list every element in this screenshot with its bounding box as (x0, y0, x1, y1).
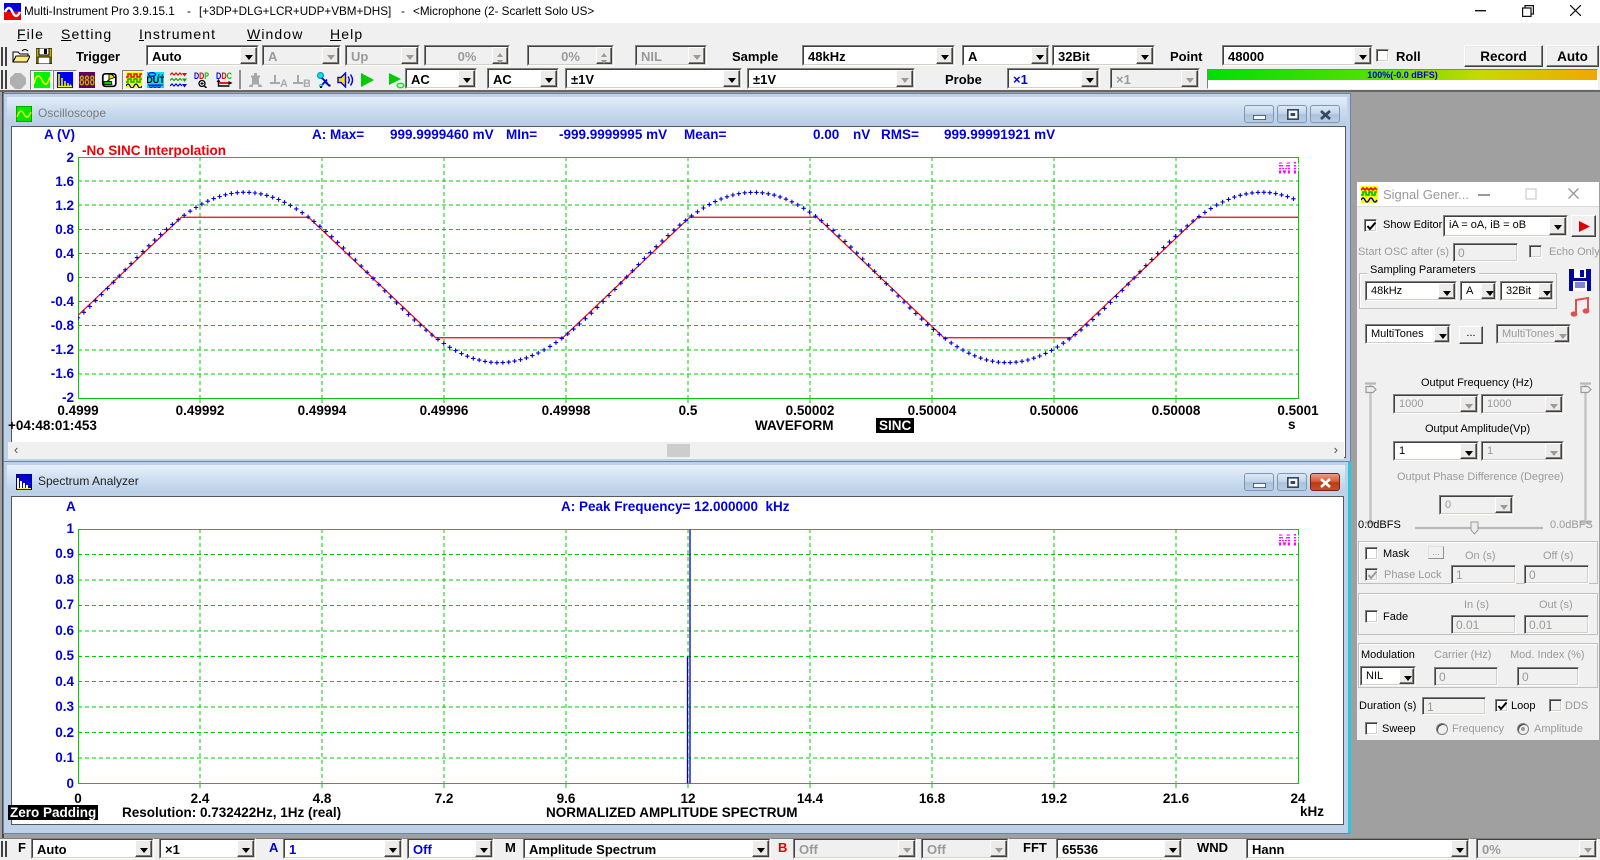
svg-text:DDP: DDP (194, 72, 209, 81)
svg-text:888: 888 (79, 74, 95, 89)
svg-text:B: B (303, 78, 310, 88)
svg-text:A: A (280, 78, 287, 88)
svg-text:Mi: Mi (1278, 533, 1297, 547)
svg-text:Mi: Mi (1278, 161, 1297, 175)
svg-text:DUT: DUT (147, 75, 164, 85)
